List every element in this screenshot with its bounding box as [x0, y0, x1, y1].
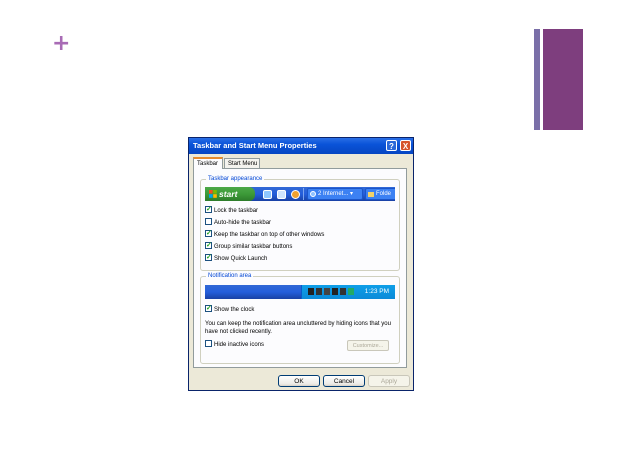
taskbar-appearance-group: Taskbar appearance start 2 Internet... ▾…: [200, 175, 400, 271]
lock-taskbar-checkbox[interactable]: ✓: [205, 206, 212, 213]
slide-decor-block: [543, 29, 583, 130]
quicklaunch-divider: [303, 188, 304, 200]
task-button-folder: Folde: [365, 188, 395, 200]
option-show-clock[interactable]: ✓ Show the clock: [205, 305, 255, 316]
group-buttons-checkbox[interactable]: ✓: [205, 242, 212, 249]
taskbar-preview: start 2 Internet... ▾ Folde: [205, 187, 395, 201]
tab-start-menu[interactable]: Start Menu: [224, 158, 260, 168]
dialog-titlebar[interactable]: Taskbar and Start Menu Properties ? X: [189, 138, 413, 154]
task-button-internet-label: 2 Internet...: [318, 191, 349, 197]
auto-hide-label: Auto-hide the taskbar: [214, 220, 272, 227]
close-button[interactable]: X: [400, 140, 411, 151]
quick-launch-label: Show Quick Launch: [214, 256, 268, 263]
taskbar-appearance-label: Taskbar appearance: [206, 175, 265, 183]
group-buttons-label: Group similar taskbar buttons: [214, 244, 293, 251]
ok-button[interactable]: OK: [278, 375, 320, 387]
tray-icon-4: [332, 288, 338, 295]
auto-hide-checkbox[interactable]: [205, 218, 212, 225]
customize-button[interactable]: Customize...: [347, 340, 389, 351]
slide-decor-thin-bar: [534, 29, 540, 130]
option-quick-launch[interactable]: ✓ Show Quick Launch: [205, 254, 268, 265]
taskbar-properties-dialog: Taskbar and Start Menu Properties ? X Ta…: [188, 137, 414, 391]
tray-icon-6: [348, 288, 354, 295]
start-button-preview: start: [205, 187, 255, 201]
lock-taskbar-label: Lock the taskbar: [214, 208, 259, 215]
windows-logo-icon: [209, 190, 217, 198]
help-button[interactable]: ?: [386, 140, 397, 151]
cancel-button[interactable]: Cancel: [323, 375, 365, 387]
option-group-buttons[interactable]: ✓ Group similar taskbar buttons: [205, 242, 293, 253]
tray-icon-2: [316, 288, 322, 295]
show-clock-checkbox[interactable]: ✓: [205, 305, 212, 312]
slide-plus-mark: +: [52, 31, 71, 56]
show-clock-label: Show the clock: [214, 307, 255, 314]
folder-icon: [368, 192, 374, 197]
tray-icon-5: [340, 288, 346, 295]
notification-preview: 1:23 PM: [205, 285, 395, 299]
media-quicklaunch-icon: [291, 190, 300, 199]
tray-icon-1: [308, 288, 314, 295]
dialog-title: Taskbar and Start Menu Properties: [193, 141, 317, 150]
notification-description: You can keep the notification area unclu…: [205, 321, 391, 335]
option-auto-hide[interactable]: Auto-hide the taskbar: [205, 218, 272, 229]
taskbar-tab-panel: Taskbar appearance start 2 Internet... ▾…: [193, 168, 407, 368]
hide-inactive-label: Hide inactive icons: [214, 342, 265, 349]
notification-area-group: Notification area 1:23 PM ✓ Show the cloc…: [200, 272, 400, 364]
tab-taskbar[interactable]: Taskbar: [193, 157, 223, 169]
quick-launch-checkbox[interactable]: ✓: [205, 254, 212, 261]
start-label: start: [219, 189, 238, 199]
hide-inactive-checkbox[interactable]: [205, 340, 212, 347]
keep-on-top-checkbox[interactable]: ✓: [205, 230, 212, 237]
clock-time: 1:23 PM: [364, 288, 389, 295]
task-button-internet: 2 Internet... ▾: [307, 188, 363, 200]
ie-quicklaunch-icon: [263, 190, 272, 199]
option-keep-on-top[interactable]: ✓ Keep the taskbar on top of other window…: [205, 230, 325, 241]
option-hide-inactive[interactable]: Hide inactive icons: [205, 340, 265, 351]
notification-area-label: Notification area: [206, 272, 254, 280]
tray-icon-3: [324, 288, 330, 295]
apply-button[interactable]: Apply: [368, 375, 410, 387]
desktop-quicklaunch-icon: [277, 190, 286, 199]
option-lock-taskbar[interactable]: ✓ Lock the taskbar: [205, 206, 259, 217]
system-tray-preview: 1:23 PM: [301, 285, 395, 299]
internet-explorer-icon: [310, 191, 316, 197]
keep-on-top-label: Keep the taskbar on top of other windows: [214, 232, 325, 239]
task-button-folder-label: Folde: [376, 191, 392, 197]
task-group-arrow-icon: ▾: [350, 191, 354, 197]
